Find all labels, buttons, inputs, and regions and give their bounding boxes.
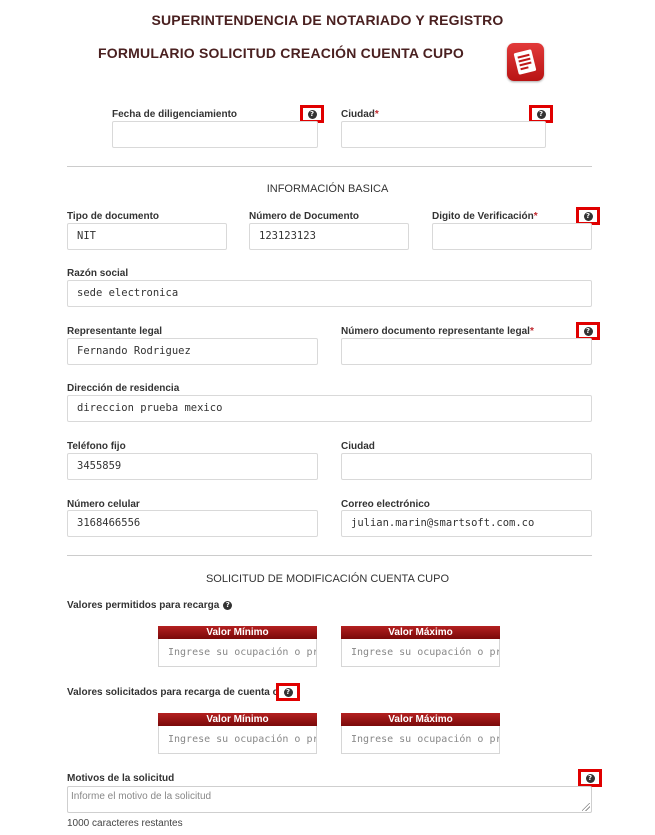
num-doc-rep-label: Número documento representante legal*	[341, 326, 534, 337]
tipo-documento-label: Tipo de documento	[67, 211, 160, 222]
question-icon: ?	[536, 109, 546, 119]
motivos-placeholder: Informe el motivo de la solicitud	[71, 791, 212, 802]
chars-remaining: 1000 caracteres restantes	[67, 818, 183, 829]
solicitados-label: Valores solicitados para recarga de cuen…	[67, 687, 297, 698]
motivos-help-icon[interactable]: ?	[578, 769, 602, 787]
representante-field[interactable]: Fernando Rodriguez	[67, 338, 318, 365]
ciudad-label-text: Ciudad	[341, 109, 375, 120]
question-icon: ?	[583, 211, 593, 221]
document-list-icon	[507, 43, 544, 81]
question-icon[interactable]: ?	[223, 601, 233, 610]
required-mark: *	[533, 211, 538, 222]
valor-maximo-header: Valor Máximo	[341, 713, 500, 726]
fecha-field[interactable]	[112, 121, 318, 148]
solicitados-help-icon[interactable]: ?	[276, 683, 300, 701]
telefono-field[interactable]: 3455859	[67, 453, 318, 480]
direccion-label: Dirección de residencia	[67, 383, 180, 394]
valor-minimo-header: Valor Mínimo	[158, 626, 317, 639]
divider	[67, 555, 592, 556]
question-icon: ?	[583, 326, 593, 336]
razon-social-label: Razón social	[67, 268, 129, 279]
num-doc-rep-field[interactable]	[341, 338, 592, 365]
motivos-label: Motivos de la solicitud	[67, 773, 175, 784]
valor-minimo-header: Valor Mínimo	[158, 713, 317, 726]
numero-documento-field[interactable]: 123123123	[249, 223, 409, 250]
num-doc-rep-label-text: Número documento representante legal	[341, 326, 530, 337]
digito-label: Digito de Verificación*	[432, 211, 538, 222]
page-title: SUPERINTENDENCIA DE NOTARIADO Y REGISTRO	[151, 12, 504, 28]
form-title: FORMULARIO SOLICITUD CREACIÓN CUENTA CUP…	[98, 45, 464, 61]
section-heading-info: INFORMACIÓN BASICA	[266, 183, 389, 195]
numero-documento-label: Número de Documento	[249, 211, 360, 222]
ciudad2-label: Ciudad	[341, 441, 375, 452]
ciudad-field[interactable]	[341, 121, 546, 148]
ciudad-label: Ciudad*	[341, 109, 379, 120]
required-mark: *	[374, 109, 379, 120]
permitidos-minimo-input[interactable]: Ingrese su ocupación o profe	[158, 639, 317, 667]
digito-field[interactable]	[432, 223, 592, 250]
representante-label: Representante legal	[67, 326, 163, 337]
question-icon: ?	[307, 109, 317, 119]
permitidos-label-text: Valores permitidos para recarga	[67, 600, 220, 611]
question-icon: ?	[283, 687, 293, 697]
solicitados-minimo-input[interactable]: Ingrese su ocupación o profe	[158, 726, 317, 754]
solicitados-maximo-input[interactable]: Ingrese su ocupación o profe	[341, 726, 500, 754]
telefono-label: Teléfono fijo	[67, 441, 126, 452]
motivos-textarea[interactable]: Informe el motivo de la solicitud	[67, 786, 592, 813]
correo-field[interactable]: julian.marin@smartsoft.com.co	[341, 510, 592, 537]
permitidos-label: Valores permitidos para recarga ?	[67, 600, 233, 611]
valor-maximo-header: Valor Máximo	[341, 626, 500, 639]
question-icon: ?	[585, 773, 595, 783]
resize-handle-icon[interactable]	[582, 803, 590, 811]
direccion-field[interactable]: direccion prueba mexico	[67, 395, 592, 422]
fecha-label: Fecha de diligenciamiento	[112, 109, 238, 120]
logo-graphic	[513, 49, 537, 75]
digito-label-text: Digito de Verificación	[432, 211, 534, 222]
tipo-documento-field[interactable]: NIT	[67, 223, 227, 250]
required-mark: *	[529, 326, 534, 337]
divider	[67, 166, 592, 167]
celular-field[interactable]: 3168466556	[67, 510, 318, 537]
razon-social-field[interactable]: sede electronica	[67, 280, 592, 307]
ciudad2-field[interactable]	[341, 453, 592, 480]
section-heading-solicitud: SOLICITUD DE MODIFICACIÓN CUENTA CUPO	[205, 573, 450, 585]
correo-label: Correo electrónico	[341, 499, 430, 510]
permitidos-maximo-input[interactable]: Ingrese su ocupación o profe	[341, 639, 500, 667]
celular-label: Número celular	[67, 499, 140, 510]
